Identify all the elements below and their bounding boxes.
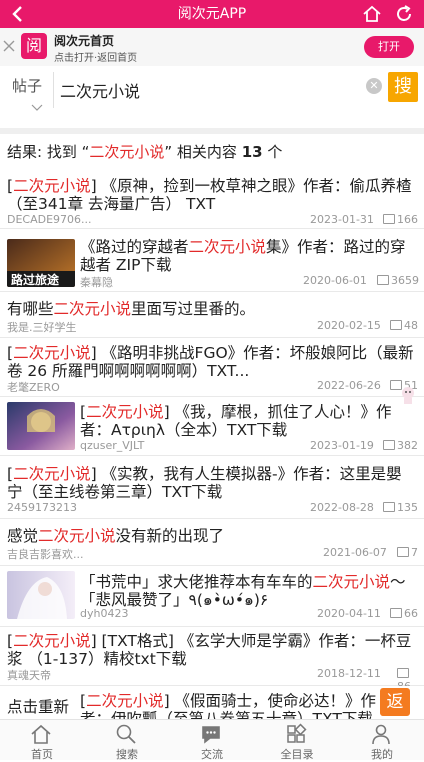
tab-search[interactable]: 搜索 (85, 720, 169, 761)
item-author: qzuser_VJLT (80, 439, 145, 452)
bottom-tab-bar: 首页 搜索 交流 全目录 我的 (0, 719, 424, 761)
item-author: dyh0423 (80, 607, 129, 620)
reply-count: 3659 (377, 274, 419, 287)
app-title: 阅次元APP (177, 6, 247, 22)
comment-icon (397, 668, 409, 678)
item-date: 2022-08-28 (310, 501, 374, 514)
tab-catalog[interactable]: 全目录 (255, 720, 339, 761)
comment-icon (397, 547, 409, 557)
list-item[interactable]: 「书荒中」求大佬推荐本有车车的二次元小说～「悲风最赞了」٩(๑•̀ω•́๑)۶ … (0, 566, 424, 627)
search-type-select[interactable]: 帖子 (12, 75, 42, 96)
chevron-down-icon[interactable] (31, 104, 43, 112)
mascot-icon (402, 387, 414, 404)
reply-count: 135 (383, 501, 418, 514)
list-item[interactable]: 点击重新 [二次元小说] 《假面骑士，使命必达！》作者：伊吹瓢（至第八卷第五十章… (0, 686, 424, 719)
reply-count: 66 (390, 607, 418, 620)
item-title[interactable]: 有哪些二次元小说里面写过里番的。 (7, 300, 417, 318)
thumbnail-image (7, 571, 75, 619)
catalog-icon (287, 723, 307, 743)
item-author: 吉良吉影喜欢... (7, 548, 84, 561)
top-bar: 阅次元APP (0, 0, 424, 28)
search-input[interactable] (53, 72, 390, 108)
banner-subtitle: 点击打开·返回首页 (54, 53, 138, 64)
thumbnail-image: 路过旅途 (7, 239, 75, 287)
open-app-button[interactable]: 打开 (364, 36, 414, 58)
thumbnail-image (7, 402, 75, 450)
tab-community[interactable]: 交流 (170, 720, 254, 761)
list-item[interactable]: 路过旅途 《路过的穿越者二次元小说集》作者：路过的穿越者 ZIP下载 秦幕隐 2… (0, 229, 424, 292)
item-date: 2022-06-26 (317, 379, 381, 392)
item-title[interactable]: [二次元小说] 《实教，我有人生模拟器-》作者：这里是嬰宁（至主线卷第三章）TX… (7, 465, 417, 501)
chat-icon (202, 726, 220, 744)
item-title[interactable]: [二次元小说] 《假面骑士，使命必达！》作者：伊吹瓢（至第八卷第五十章）TXT下… (80, 692, 380, 719)
svg-text:路过旅途: 路过旅途 (11, 272, 60, 287)
item-date: 2023-01-31 (310, 213, 374, 226)
comment-icon (383, 214, 395, 224)
item-author: DECADE9706... (7, 213, 92, 226)
search-bar: 帖子 ✕ 搜 (0, 66, 424, 128)
home-icon (31, 724, 51, 744)
list-item[interactable]: [二次元小说] 《我，摩根，抓住了人心！》作者：Aτριηλ（全本）TXT下载 … (0, 397, 424, 456)
app-banner: 阅 阅次元首页 点击打开·返回首页 打开 (0, 28, 424, 67)
item-title[interactable]: 感觉二次元小说没有新的出现了 (7, 527, 417, 545)
tab-label: 交流 (201, 748, 223, 761)
list-item[interactable]: [二次元小说] 《实教，我有人生模拟器-》作者：这里是嬰宁（至主线卷第三章）TX… (0, 456, 424, 519)
item-title[interactable]: 「书荒中」求大佬推荐本有车车的二次元小说～「悲风最赞了」٩(๑•̀ω•́๑)۶ (80, 573, 416, 609)
item-title[interactable]: [二次元小说] 《路明非挑战FGO》作者：坏般娘阿比（最新卷 26 所羅門啊啊啊… (7, 344, 417, 380)
list-item[interactable]: [二次元小说] 《原神，捡到一枚草神之眼》作者：偷瓜养楂（至341章 去海量广告… (0, 172, 424, 229)
result-suffix: 个 (262, 143, 283, 161)
search-button[interactable]: 搜 (388, 72, 418, 102)
item-author: 真魂天帝 (7, 669, 51, 682)
item-date: 2020-04-11 (317, 607, 381, 620)
close-icon[interactable] (2, 39, 16, 53)
list-item[interactable]: 感觉二次元小说没有新的出现了 吉良吉影喜欢... 2021-06-07 7 (0, 519, 424, 566)
list-item[interactable]: [二次元小说] 《路明非挑战FGO》作者：坏般娘阿比（最新卷 26 所羅門啊啊啊… (0, 338, 424, 397)
list-item[interactable]: 有哪些二次元小说里面写过里番的。 我是.三好学生 2020-02-15 48 (0, 292, 424, 338)
item-title[interactable]: [二次元小说] 《原神，捡到一枚草神之眼》作者：偷瓜养楂（至341章 去海量广告… (7, 177, 417, 213)
home-icon[interactable] (362, 4, 382, 24)
reply-count: 48 (390, 319, 418, 332)
user-icon (372, 724, 390, 745)
item-date: 2020-02-15 (317, 319, 381, 332)
banner-title: 阅次元首页 (54, 34, 115, 48)
item-author: 秦幕隐 (80, 276, 113, 289)
comment-icon (390, 608, 402, 618)
clear-icon[interactable]: ✕ (366, 78, 382, 94)
item-date: 2018-12-11 (317, 667, 381, 680)
comment-icon (377, 275, 389, 285)
item-title[interactable]: 《路过的穿越者二次元小说集》作者：路过的穿越者 ZIP下载 (80, 238, 416, 274)
item-date: 2021-06-07 (323, 546, 387, 559)
search-icon (116, 724, 136, 744)
item-author: 老氅ZERO (7, 381, 60, 394)
item-date: 2023-01-19 (310, 439, 374, 452)
item-title[interactable]: [二次元小说] 《我，摩根，抓住了人心！》作者：Aτριηλ（全本）TXT下载 (80, 403, 416, 439)
reload-text[interactable]: 点击重新 (7, 698, 81, 716)
reply-count: 7 (397, 546, 418, 559)
result-middle: ” 相关内容 (164, 143, 242, 161)
comment-icon (383, 502, 395, 512)
app-logo: 阅 (21, 33, 47, 59)
tab-label: 我的 (371, 748, 393, 761)
refresh-icon[interactable] (394, 4, 414, 24)
item-author: 我是.三好学生 (7, 321, 77, 334)
item-title[interactable]: [二次元小说] [TXT格式] 《玄学大师是学霸》作者：一杯豆浆 （1-137）… (7, 632, 417, 668)
reply-count: 382 (383, 439, 418, 452)
item-author: 2459173213 (7, 501, 77, 514)
tab-label: 搜索 (116, 748, 138, 761)
item-date: 2020-06-01 (303, 274, 367, 287)
divider (0, 128, 424, 134)
result-summary: 结果: 找到 “二次元小说” 相关内容 13 个 (7, 141, 282, 162)
tab-profile[interactable]: 我的 (340, 720, 424, 761)
result-prefix: 结果: 找到 “ (7, 143, 90, 161)
result-keyword: 二次元小说 (89, 143, 165, 161)
tab-home[interactable]: 首页 (0, 720, 84, 761)
back-to-top-button[interactable]: 返 (380, 688, 410, 716)
tab-label: 首页 (31, 748, 53, 761)
list-item[interactable]: [二次元小说] [TXT格式] 《玄学大师是学霸》作者：一杯豆浆 （1-137）… (0, 627, 424, 693)
result-count: 13 (241, 143, 263, 161)
reply-count: 166 (383, 213, 418, 226)
tab-label: 全目录 (280, 748, 314, 761)
comment-icon (383, 440, 395, 450)
comment-icon (390, 320, 402, 330)
